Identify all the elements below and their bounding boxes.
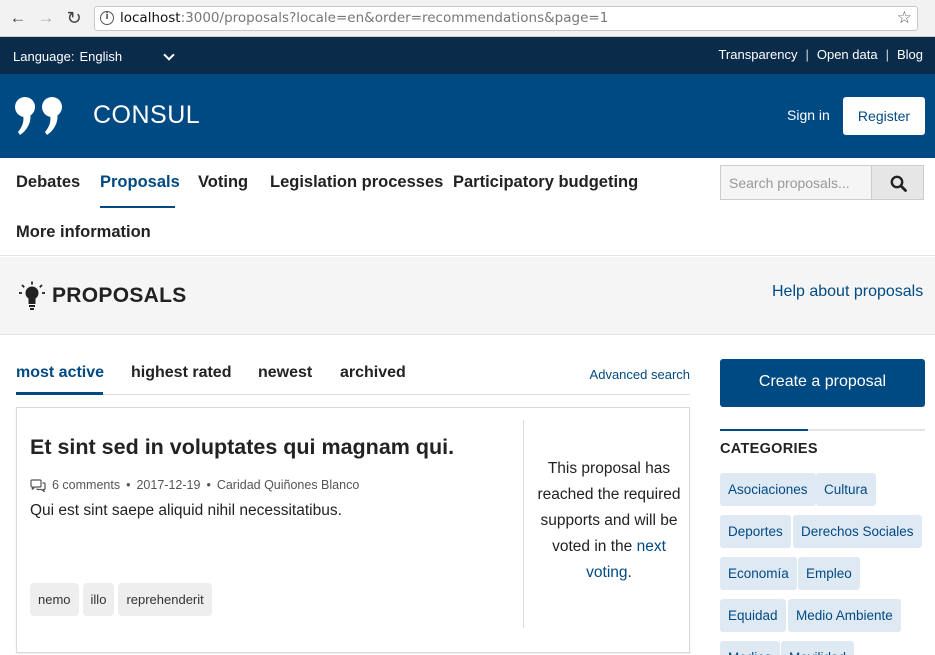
browser-toolbar: ← → ↻ i localhost:3000/proposals?locale=… [0, 0, 935, 37]
separator: | [805, 47, 809, 62]
category-chip[interactable]: Empleo [798, 557, 860, 590]
proposal-tags: nemo illo reprehenderit [30, 583, 212, 616]
proposal-card: Et sint sed in voluptates qui magnam qui… [16, 407, 690, 653]
address-bar[interactable]: i localhost:3000/proposals?locale=en&ord… [94, 6, 918, 31]
open-data-link[interactable]: Open data [817, 47, 878, 62]
proposal-meta: 6 comments • 2017-12-19 • Caridad Quiñon… [30, 478, 359, 492]
tag[interactable]: reprehenderit [118, 583, 212, 616]
top-links: Transparency | Open data | Blog [718, 47, 923, 62]
tab-highest-rated[interactable]: highest rated [131, 364, 231, 382]
category-chip[interactable]: Asociaciones [720, 473, 816, 506]
category-chip[interactable]: Equidad [720, 599, 786, 632]
support-status: This proposal has reached the required s… [534, 456, 684, 586]
transparency-link[interactable]: Transparency [718, 47, 797, 62]
tag[interactable]: illo [82, 583, 115, 616]
tab-most-active[interactable]: most active [16, 364, 104, 382]
tab-newest[interactable]: newest [258, 364, 312, 382]
proposal-author: Caridad Quiñones Blanco [216, 478, 360, 492]
nav-participatory-budgeting[interactable]: Participatory budgeting [453, 173, 638, 192]
order-tabs: most active highest rated newest archive… [16, 362, 690, 395]
main-nav: Debates Proposals Voting Legislation pro… [0, 158, 935, 256]
proposal-description: Qui est sint saepe aliquid nihil necessi… [30, 502, 342, 519]
bookmark-star-icon[interactable]: ☆ [897, 7, 912, 30]
url-host: localhost [120, 10, 181, 26]
category-chip[interactable]: Medios [720, 641, 780, 655]
language-label: Language: [13, 49, 75, 64]
blog-link[interactable]: Blog [897, 47, 923, 62]
card-divider [523, 420, 524, 628]
advanced-search-link[interactable]: Advanced search [590, 367, 690, 382]
tab-archived[interactable]: archived [340, 364, 406, 382]
categories-divider [720, 429, 925, 431]
page-title: PROPOSALS [52, 284, 187, 307]
search-button[interactable] [871, 165, 924, 200]
sign-in-link[interactable]: Sign in [787, 107, 830, 123]
proposal-title[interactable]: Et sint sed in voluptates qui magnam qui… [30, 435, 454, 460]
nav-debates[interactable]: Debates [16, 173, 80, 192]
create-proposal-button[interactable]: Create a proposal [720, 359, 925, 407]
tag[interactable]: nemo [30, 583, 79, 616]
nav-legislation-processes[interactable]: Legislation processes [270, 173, 443, 192]
forward-arrow-icon[interactable]: → [36, 8, 56, 28]
category-chip[interactable]: Cultura [816, 473, 876, 506]
search-icon [890, 175, 907, 192]
comments-count[interactable]: 6 comments [52, 478, 120, 492]
language-value[interactable]: English [79, 49, 122, 64]
proposal-date: 2017-12-19 [136, 478, 201, 492]
comments-icon [30, 478, 46, 492]
language-selector[interactable]: Language: English [13, 49, 122, 64]
nav-voting[interactable]: Voting [198, 173, 248, 192]
chevron-down-icon[interactable] [163, 49, 175, 61]
help-proposals-link[interactable]: Help about proposals [772, 283, 923, 301]
meta-separator: • [206, 478, 211, 492]
nav-proposals[interactable]: Proposals [100, 173, 180, 192]
active-tab-indicator [16, 392, 103, 395]
active-nav-indicator [100, 206, 175, 208]
category-chip[interactable]: Movilidad [781, 641, 855, 655]
reload-icon[interactable]: ↻ [64, 8, 84, 28]
back-arrow-icon[interactable]: ← [8, 8, 28, 28]
category-chip[interactable]: Deportes [720, 515, 791, 548]
support-end: . [627, 564, 632, 581]
site-header: CONSUL Sign in Register [0, 74, 935, 158]
lightbulb-icon [19, 281, 45, 310]
url-path: :3000/proposals?locale=en&order=recommen… [180, 10, 609, 26]
top-bar: Language: English Transparency | Open dat… [0, 37, 935, 74]
info-icon[interactable]: i [100, 11, 114, 25]
category-chip[interactable]: Economía [720, 557, 797, 590]
category-chip[interactable]: Medio Ambiente [788, 599, 901, 632]
category-chip[interactable]: Derechos Sociales [793, 515, 922, 548]
consul-logo-icon[interactable] [14, 96, 70, 136]
categories-title: CATEGORIES [720, 441, 818, 457]
proposals-header: PROPOSALS Help about proposals [0, 257, 935, 335]
nav-more-information[interactable]: More information [16, 223, 151, 242]
separator: | [885, 47, 889, 62]
meta-separator: • [126, 478, 131, 492]
categories-accent [720, 429, 808, 431]
site-brand[interactable]: CONSUL [93, 101, 200, 130]
search-input[interactable]: Search proposals... [720, 165, 872, 200]
register-button[interactable]: Register [843, 97, 925, 135]
